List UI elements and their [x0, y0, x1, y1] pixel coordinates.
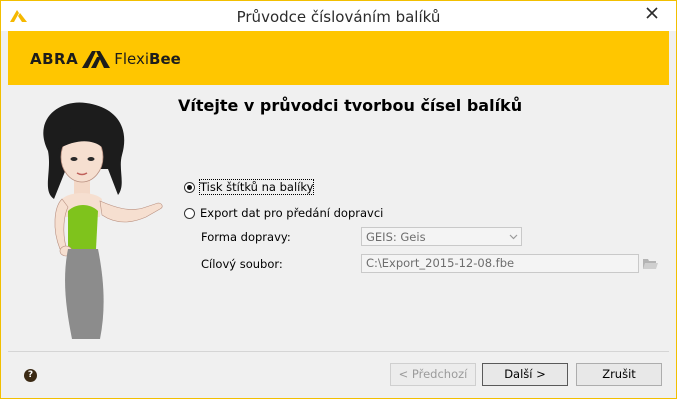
option-print-labels[interactable]: Tisk štítků na balíky [184, 179, 315, 195]
folder-icon [643, 259, 658, 269]
option-export-data-label: Export dat pro předání dopravci [200, 206, 384, 220]
cancel-button[interactable]: Zrušit [576, 363, 662, 386]
logo-mark-icon [82, 51, 111, 68]
shipping-label: Forma dopravy: [201, 230, 291, 244]
logo-flexi: Flexi [114, 50, 150, 68]
wizard-content: Vítejte v průvodci tvorbou čísel balíků … [8, 85, 669, 351]
window-title: Průvodce číslováním balíků [236, 8, 441, 26]
wizard-footer: ? < Předchozí Další > Zrušit [8, 352, 669, 398]
wizard-window: Průvodce číslováním balíků ABRA Flexi Bee [0, 0, 677, 399]
close-button[interactable] [635, 2, 669, 24]
option-print-labels-label: Tisk štítků na balíky [198, 179, 315, 195]
option-export-data[interactable]: Export dat pro předání dopravci [184, 206, 383, 220]
radio-export-data[interactable] [184, 207, 195, 219]
page-title: Vítejte v průvodci tvorbou čísel balíků [178, 96, 523, 115]
browse-folder-button[interactable] [641, 255, 659, 272]
help-icon[interactable]: ? [24, 369, 37, 382]
radio-print-labels[interactable] [184, 181, 195, 193]
logo-bee: Bee [149, 50, 181, 68]
chevron-down-icon [505, 234, 521, 240]
logo-abra: ABRA [30, 50, 79, 68]
title-bar[interactable]: Průvodce číslováním balíků [1, 1, 676, 31]
back-button[interactable]: < Předchozí [390, 363, 476, 386]
brand-banner: ABRA Flexi Bee [8, 31, 669, 85]
mascot-illustration [18, 99, 168, 346]
target-file-input[interactable]: C:\Export_2015-12-08.fbe [361, 254, 639, 273]
abra-flexibee-logo: ABRA Flexi Bee [30, 47, 181, 71]
shipping-select[interactable]: GEIS: Geis [361, 227, 522, 246]
next-button[interactable]: Další > [482, 363, 568, 386]
target-file-label: Cílový soubor: [201, 257, 283, 271]
shipping-select-value: GEIS: Geis [366, 229, 426, 244]
close-icon [646, 7, 658, 19]
